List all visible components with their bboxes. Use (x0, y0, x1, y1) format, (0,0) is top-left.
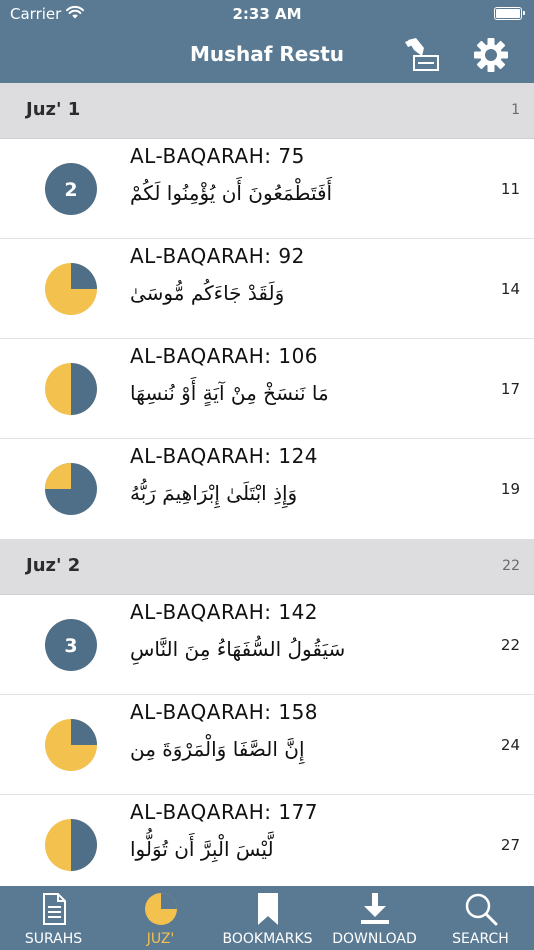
half-pie-icon (45, 819, 97, 871)
arabic-verse-text: مَا نَنسَخْ مِنْ آيَةٍ أَوْ نُنسِهَا (130, 381, 329, 405)
list-item[interactable]: 3 AL-BAQARAH: 142 سَيَقُولُ السُّفَهَاءُ… (0, 595, 534, 695)
section-title: Juz' 2 (26, 555, 81, 576)
settings-gear-icon[interactable] (472, 36, 510, 74)
tab-label: DOWNLOAD (332, 931, 417, 947)
tab-label: SEARCH (452, 931, 509, 947)
surah-ayah-label: AL-BAQARAH: 124 (130, 444, 319, 468)
tab-juz[interactable]: JUZ' (107, 886, 214, 950)
surah-ayah-label: AL-BAQARAH: 177 (130, 800, 319, 824)
page-title: Mushaf Restu (189, 42, 345, 66)
tab-bookmarks[interactable]: BOOKMARKS (214, 886, 321, 950)
section-title: Juz' 1 (26, 99, 81, 120)
tab-label: SURAHS (24, 931, 83, 947)
badge-number: 2 (64, 179, 77, 201)
bookmark-icon (257, 893, 278, 925)
arabic-verse-text: وَإِذِ ابْتَلَىٰ إِبْرَاهِيمَ رَبُّهُ (130, 481, 298, 505)
three-quarter-pie-icon (45, 463, 97, 515)
arabic-verse-text: سَيَقُولُ السُّفَهَاءُ مِنَ النَّاسِ (130, 637, 346, 661)
juz-number-badge-icon: 2 (45, 163, 97, 215)
page-number: 17 (500, 380, 520, 398)
juz-pie-icon (144, 893, 177, 925)
tab-download[interactable]: DOWNLOAD (321, 886, 428, 950)
list-item[interactable]: AL-BAQARAH: 92 وَلَقَدْ جَاءَكُم مُّوسَى… (0, 239, 534, 339)
arabic-verse-text: إِنَّ الصَّفَا وَالْمَرْوَةَ مِن (130, 737, 305, 761)
surah-ayah-label: AL-BAQARAH: 158 (130, 700, 319, 724)
status-bar: Carrier 2:33 AM (0, 0, 534, 28)
half-pie-icon (45, 363, 97, 415)
page-number: 27 (500, 836, 520, 854)
tab-surahs[interactable]: SURAHS (0, 886, 107, 950)
badge-number: 3 (64, 635, 77, 657)
page-number: 19 (500, 480, 520, 498)
quarter-pie-icon (45, 263, 97, 315)
surah-ayah-label: AL-BAQARAH: 75 (130, 144, 305, 168)
list-item[interactable]: AL-BAQARAH: 177 لَّيْسَ الْبِرَّ أَن تُو… (0, 795, 534, 886)
page-number: 22 (500, 636, 520, 654)
download-icon (360, 893, 389, 924)
list-item[interactable]: AL-BAQARAH: 124 وَإِذِ ابْتَلَىٰ إِبْرَا… (0, 439, 534, 539)
tab-label: BOOKMARKS (222, 931, 313, 947)
arabic-verse-text: أَفَتَطْمَعُونَ أَن يُؤْمِنُوا لَكُمْ (130, 181, 333, 205)
tab-label: JUZ' (146, 931, 175, 947)
surah-ayah-label: AL-BAQARAH: 92 (130, 244, 305, 268)
list-item[interactable]: 2 AL-BAQARAH: 75 أَفَتَطْمَعُونَ أَن يُؤ… (0, 139, 534, 239)
section-page-number: 22 (502, 558, 520, 574)
donate-button[interactable] (402, 36, 442, 72)
arabic-verse-text: وَلَقَدْ جَاءَكُم مُّوسَىٰ (130, 281, 285, 305)
section-header-juz-2: Juz' 2 22 (0, 539, 534, 595)
list-item[interactable]: AL-BAQARAH: 158 إِنَّ الصَّفَا وَالْمَرْ… (0, 695, 534, 795)
search-icon (465, 893, 497, 926)
surah-ayah-label: AL-BAQARAH: 142 (130, 600, 319, 624)
document-icon (42, 893, 66, 925)
page-number: 24 (500, 736, 520, 754)
battery-icon (494, 7, 525, 20)
section-page-number: 1 (511, 102, 520, 118)
tab-bar: SURAHS JUZ' BOOKMARKS DOWNLOAD SEARCH (0, 886, 534, 950)
section-header-juz-1: Juz' 1 1 (0, 83, 534, 139)
arabic-verse-text: لَّيْسَ الْبِرَّ أَن تُوَلُّوا (130, 837, 274, 861)
navigation-bar: Mushaf Restu (0, 28, 534, 83)
page-number: 11 (500, 180, 520, 198)
quarter-pie-icon (45, 719, 97, 771)
juz-list[interactable]: Juz' 1 1 2 AL-BAQARAH: 75 أَفَتَطْمَعُون… (0, 83, 534, 886)
page-number: 14 (500, 280, 520, 298)
surah-ayah-label: AL-BAQARAH: 106 (130, 344, 319, 368)
juz-number-badge-icon: 3 (45, 619, 97, 671)
list-item[interactable]: AL-BAQARAH: 106 مَا نَنسَخْ مِنْ آيَةٍ أ… (0, 339, 534, 439)
status-time: 2:33 AM (232, 5, 302, 23)
tab-search[interactable]: SEARCH (427, 886, 534, 950)
